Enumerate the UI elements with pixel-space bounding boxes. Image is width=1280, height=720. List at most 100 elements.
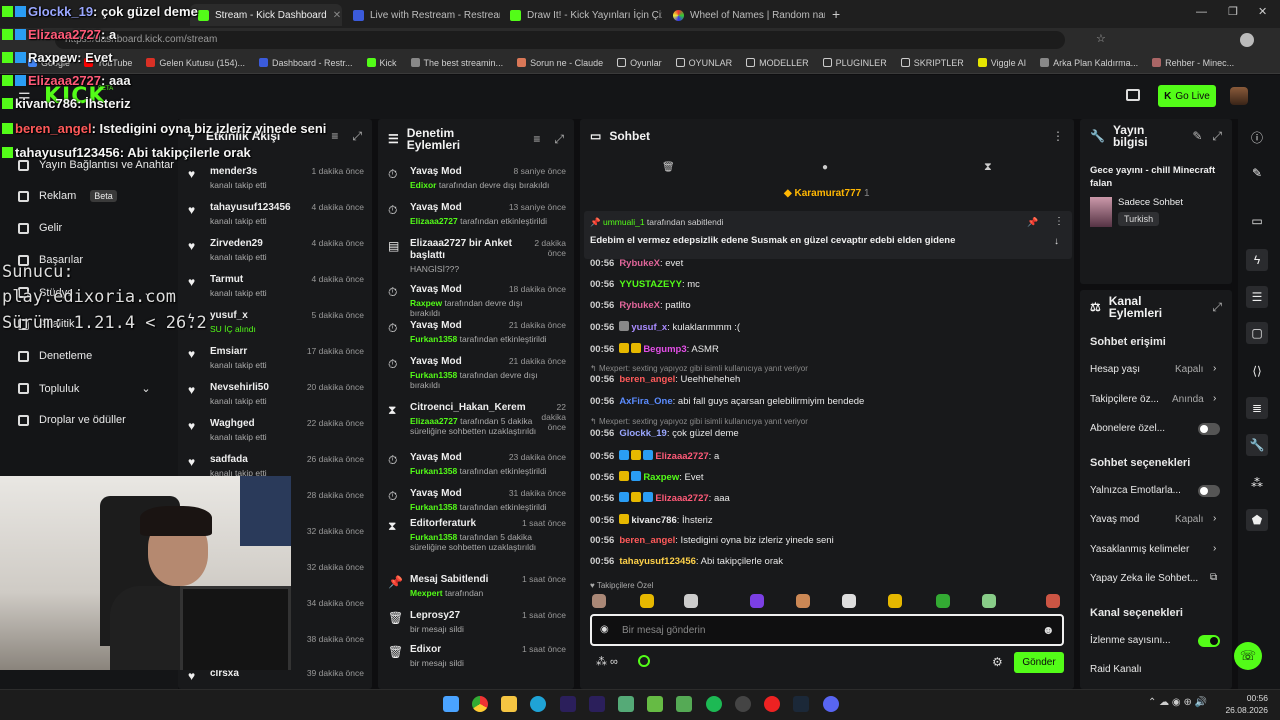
- chevron-right-icon[interactable]: ›: [1213, 363, 1216, 374]
- hourglass-icon[interactable]: ⧗: [984, 161, 992, 174]
- bookmark-viggle[interactable]: Viggle AI: [977, 58, 1026, 68]
- maximize-icon[interactable]: ❐: [1228, 5, 1238, 18]
- emote-picker-icon[interactable]: ⁂ ∞: [596, 655, 618, 668]
- discord-icon[interactable]: [823, 696, 839, 712]
- tab-draw-it[interactable]: Draw It! - Kick Yayınları İçin Çizim ✕: [502, 4, 662, 26]
- bookmark-folder-oyunlar-caps[interactable]: OYUNLAR: [675, 58, 732, 68]
- popout-icon[interactable]: ⤢: [554, 132, 564, 147]
- chat-username[interactable]: Glockk_19: [619, 428, 667, 439]
- activity-username[interactable]: Tarmut: [210, 274, 243, 285]
- premiere-alt-icon[interactable]: [589, 696, 605, 712]
- obs-icon[interactable]: [735, 696, 751, 712]
- server-icon[interactable]: ≣: [1246, 397, 1268, 419]
- external-link-icon[interactable]: ⧉: [1210, 572, 1217, 583]
- sidebar-item-community[interactable]: Topluluk ⌄: [18, 382, 151, 395]
- account-age-value[interactable]: Kapalı: [1175, 364, 1203, 375]
- emote-icon[interactable]: [1046, 594, 1060, 608]
- moderation-actor[interactable]: Elizaaa2727: [410, 216, 458, 226]
- list-icon[interactable]: ☰: [1246, 286, 1268, 308]
- minimize-icon[interactable]: —: [1196, 6, 1207, 18]
- embed-icon[interactable]: ⟨⟩: [1246, 360, 1268, 382]
- viewer-count-toggle[interactable]: [1198, 635, 1220, 647]
- top-gifter[interactable]: ◆ Karamurat777 1: [784, 188, 870, 199]
- account-age-label[interactable]: Hesap yaşı: [1090, 364, 1140, 375]
- moderation-actor[interactable]: Mexpert: [410, 588, 443, 598]
- moderation-actor[interactable]: Edixor: [410, 180, 436, 190]
- banned-words-label[interactable]: Yasaklanmış kelimeler: [1090, 544, 1189, 555]
- trash-icon[interactable]: 🗑: [662, 162, 675, 173]
- emotes-only-toggle[interactable]: [1198, 485, 1220, 497]
- sidebar-item-moderation[interactable]: Denetleme: [18, 350, 92, 362]
- chrome-icon[interactable]: [472, 696, 488, 712]
- chat-username[interactable]: beren_angel: [619, 374, 675, 385]
- activity-username[interactable]: Emsiarr: [210, 346, 247, 357]
- chat-username[interactable]: yusuf_x: [631, 322, 667, 333]
- gear-icon[interactable]: ⚙: [992, 655, 1003, 669]
- chat-username[interactable]: Begump3: [643, 344, 686, 355]
- profile-avatar[interactable]: [1240, 33, 1254, 47]
- emote-icon[interactable]: [750, 594, 764, 608]
- emote-icon[interactable]: [936, 594, 950, 608]
- chat-username[interactable]: Elizaaa2727: [655, 493, 708, 504]
- system-tray-icons[interactable]: ⌃ ☁ ◉ ⊕ 🔊: [1148, 697, 1207, 708]
- bookmark-minecraft-guide[interactable]: Rehber - Minec...: [1152, 58, 1234, 68]
- chat-username[interactable]: kivanc786: [631, 515, 676, 526]
- edge-icon[interactable]: [530, 696, 546, 712]
- close-window-icon[interactable]: ✕: [1258, 5, 1267, 18]
- activity-username[interactable]: Zirveden29: [210, 238, 263, 249]
- chat-username[interactable]: Raxpew: [643, 472, 679, 483]
- followers-only-setting-label[interactable]: Takipçilere öz...: [1090, 394, 1159, 405]
- send-button[interactable]: Gönder: [1014, 652, 1064, 673]
- tab-stream-kick-dashboard[interactable]: Stream - Kick Dashboard ✕: [190, 4, 342, 26]
- theater-mode-icon[interactable]: [1126, 89, 1140, 101]
- moderation-actor[interactable]: Furkan1358: [410, 502, 457, 512]
- emote-icon[interactable]: [592, 594, 606, 608]
- premiere-icon[interactable]: [560, 696, 576, 712]
- chevron-right-icon[interactable]: ›: [1213, 513, 1216, 524]
- new-tab-icon[interactable]: +: [832, 6, 840, 22]
- sidebar-item-ads[interactable]: Reklam Beta: [18, 190, 117, 202]
- layout-icon[interactable]: ▭: [1246, 210, 1268, 232]
- wrench-icon[interactable]: 🔧: [1246, 434, 1268, 456]
- chevron-right-icon[interactable]: ›: [1213, 393, 1216, 404]
- chat-mode-icon[interactable]: ●: [822, 162, 828, 173]
- unpin-icon[interactable]: 📌: [1027, 217, 1038, 228]
- edit-icon[interactable]: ✎: [1246, 162, 1268, 184]
- sidebar-item-stream-key[interactable]: Yayın Bağlantısı ve Anahtar: [18, 159, 174, 171]
- filter-icon[interactable]: ≡: [331, 129, 338, 144]
- slow-mode-label[interactable]: Yavaş mod: [1090, 514, 1139, 525]
- emote-icon[interactable]: [640, 594, 654, 608]
- bookmark-kick[interactable]: Kick: [366, 58, 397, 68]
- moderation-actor[interactable]: Raxpew: [410, 298, 442, 308]
- sidebar-item-revenue[interactable]: Gelir: [18, 222, 62, 234]
- activity-username[interactable]: yusuf_x: [210, 310, 248, 321]
- star-bookmark-icon[interactable]: ☆: [1096, 32, 1106, 45]
- bookmark-folder-oyunlar[interactable]: Oyunlar: [617, 58, 662, 68]
- edit-icon[interactable]: ✎: [1192, 129, 1202, 144]
- bookmark-gmail[interactable]: Gelen Kutusu (154)...: [146, 58, 245, 68]
- url-input[interactable]: https://dashboard.kick.com/stream: [55, 31, 1065, 49]
- minecraft-launcher-icon[interactable]: [676, 696, 692, 712]
- slow-mode-value[interactable]: Kapalı: [1175, 514, 1203, 525]
- chat-username[interactable]: RybukeX: [619, 258, 660, 269]
- chat-username[interactable]: RybukeX: [619, 300, 660, 311]
- bolt-icon[interactable]: ϟ: [1246, 249, 1268, 271]
- support-chat-icon[interactable]: ☏: [1234, 642, 1262, 670]
- moderation-actor[interactable]: Furkan1358: [410, 466, 457, 476]
- activity-username[interactable]: sadfada: [210, 454, 248, 465]
- activity-username[interactable]: Nevsehirli50: [210, 382, 269, 393]
- close-tab-icon[interactable]: ✕: [333, 10, 341, 21]
- chat-icon[interactable]: ▢: [1246, 322, 1268, 344]
- moderation-actor[interactable]: Furkan1358: [410, 532, 457, 542]
- activity-username[interactable]: mender3s: [210, 166, 257, 177]
- chat-username[interactable]: AxFira_One: [619, 396, 672, 407]
- emote-icon[interactable]: [842, 594, 856, 608]
- mod-shield-icon[interactable]: ⬟: [1246, 509, 1268, 531]
- moderation-actor[interactable]: Elizaaa2727: [410, 416, 458, 426]
- more-icon[interactable]: ⋮: [1054, 216, 1064, 227]
- ai-moderation-label[interactable]: Yapay Zeka ile Sohbet...: [1090, 573, 1198, 584]
- bookmark-streaming[interactable]: The best streamin...: [410, 58, 503, 68]
- raid-channel-label[interactable]: Raid Kanalı: [1090, 664, 1142, 675]
- followers-only-value[interactable]: Anında: [1172, 394, 1204, 405]
- bookmark-folder-pluginler[interactable]: PLUGINLER: [822, 58, 887, 68]
